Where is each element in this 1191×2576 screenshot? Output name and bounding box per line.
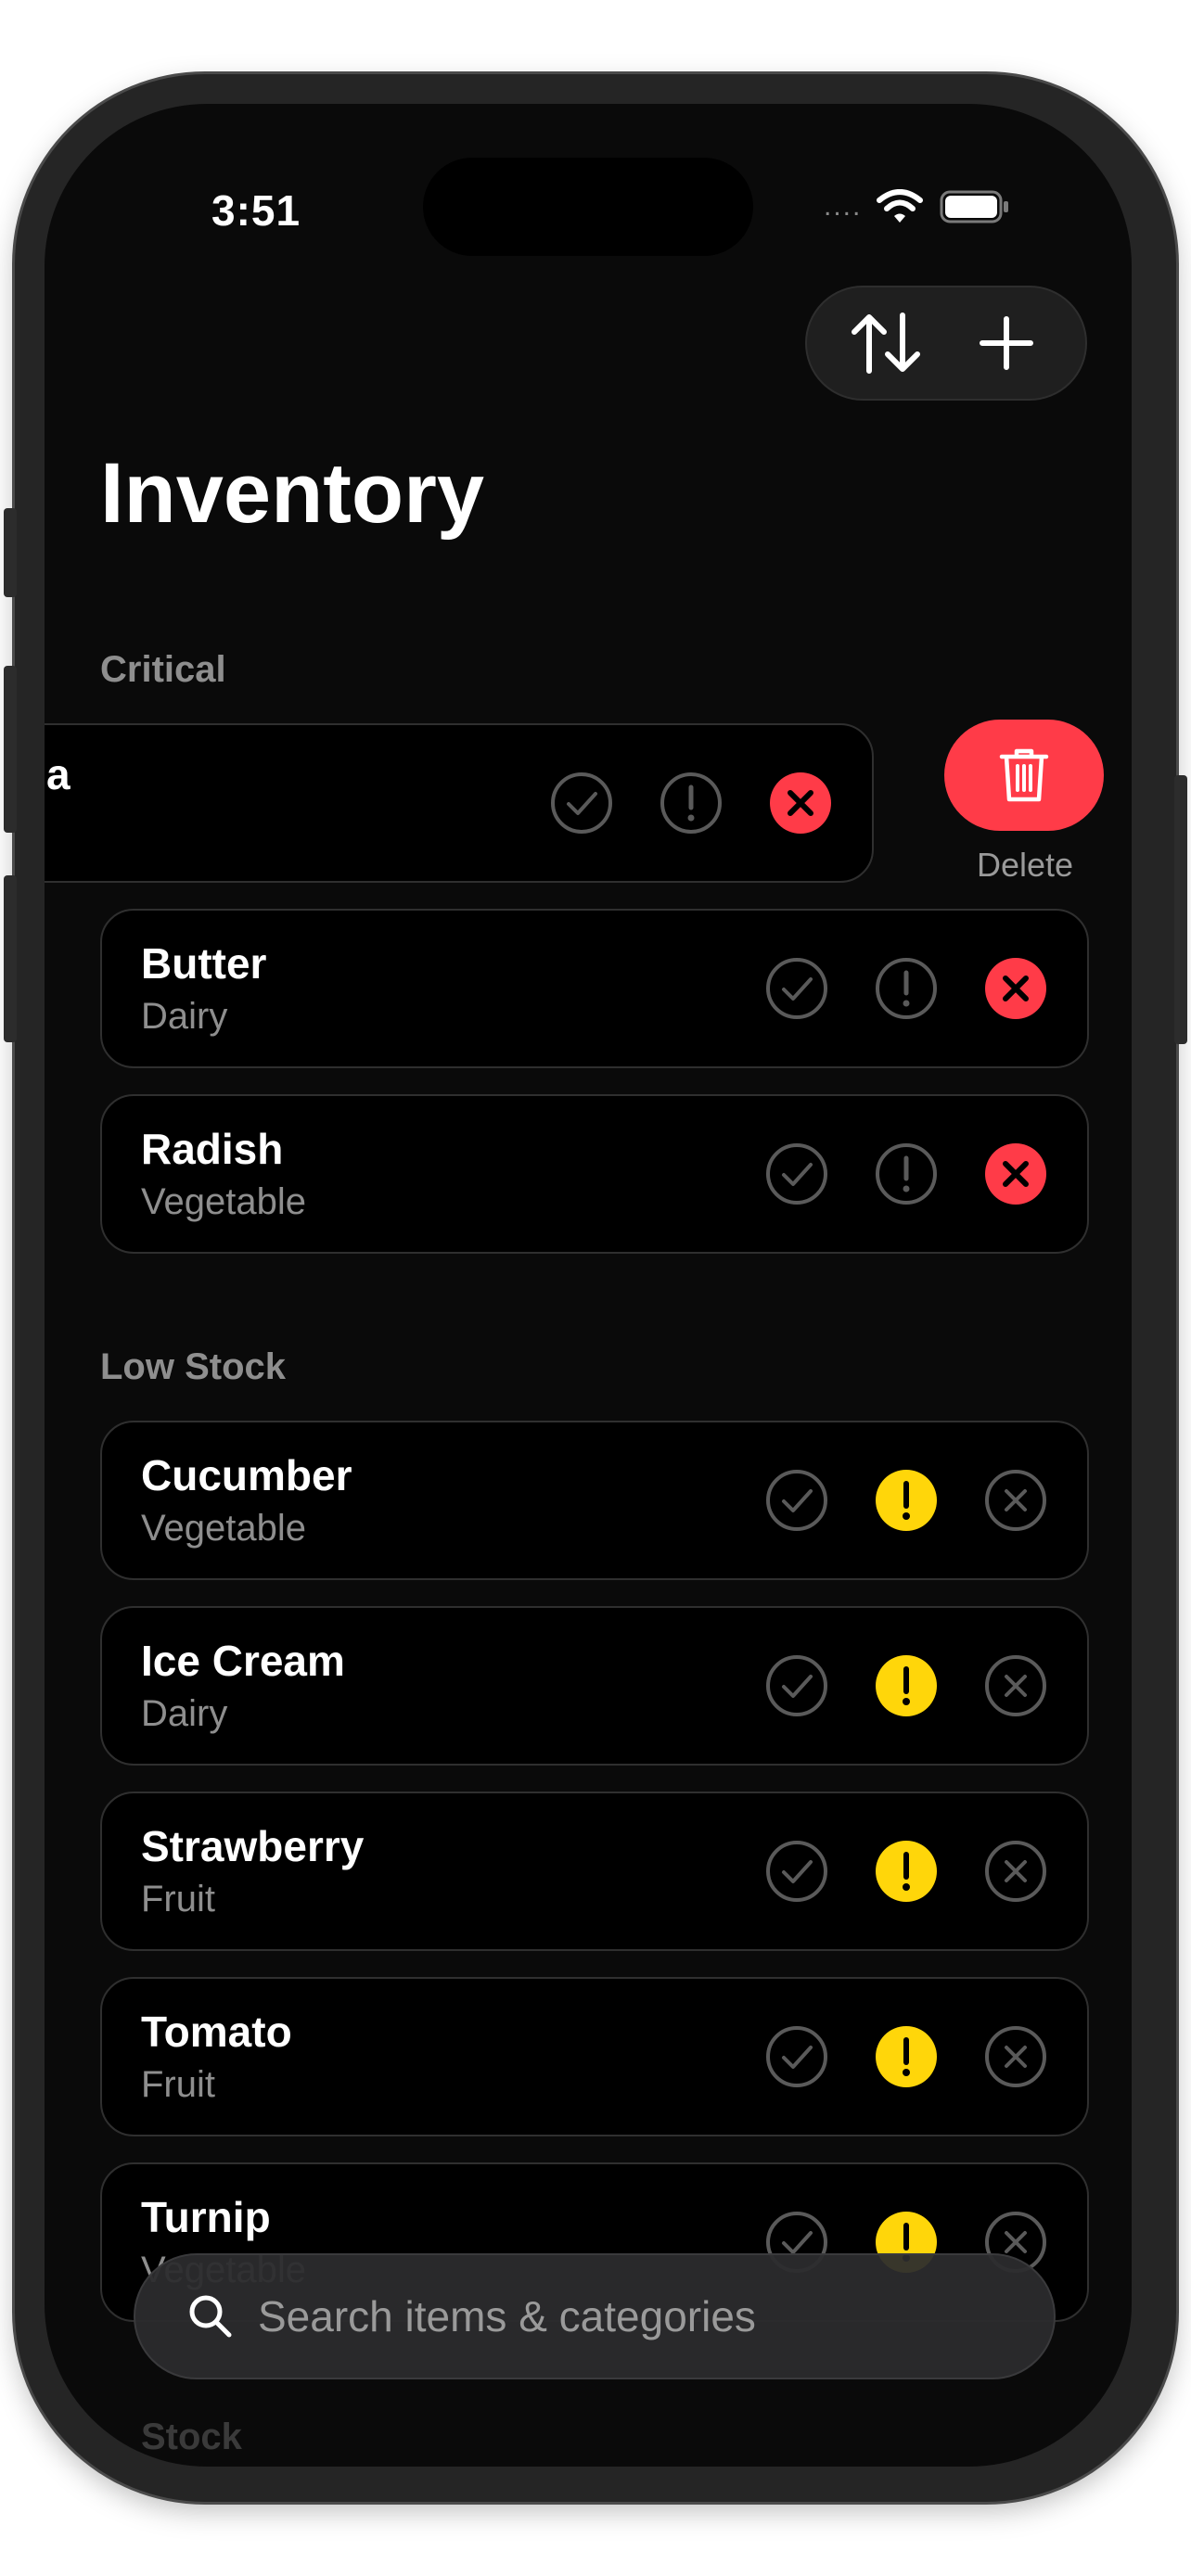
in-stock-icon[interactable]	[764, 956, 829, 1021]
toolbar	[805, 286, 1087, 401]
delete-label: Delete	[976, 846, 1074, 884]
item-category: Fruit	[141, 2064, 215, 2105]
in-stock-icon[interactable]	[764, 1653, 829, 1718]
status-icons: ....	[824, 189, 1010, 224]
list-item-strawberry[interactable]: Strawberry Fruit	[100, 1792, 1089, 1951]
item-name: Cucumber	[141, 1451, 352, 1499]
add-item-button[interactable]	[955, 292, 1057, 394]
section-header-in-stock: Stock	[141, 2417, 242, 2457]
item-name-fragment: a	[46, 750, 70, 798]
delete-button[interactable]	[944, 720, 1104, 831]
in-stock-icon[interactable]	[764, 1839, 829, 1904]
low-stock-icon[interactable]	[659, 771, 724, 835]
action-button	[4, 508, 17, 597]
status-controls	[549, 771, 833, 835]
plus-icon	[980, 316, 1033, 370]
search-icon	[189, 2295, 232, 2338]
low-stock-icon[interactable]	[874, 1468, 939, 1533]
item-name: Turnip	[141, 2193, 271, 2241]
item-name: Butter	[141, 939, 267, 988]
dynamic-island	[423, 158, 753, 256]
section-header-critical: Critical	[100, 649, 226, 690]
status-controls	[764, 1468, 1048, 1533]
in-stock-icon[interactable]	[764, 1468, 829, 1533]
list-item-tomato[interactable]: Tomato Fruit	[100, 1977, 1089, 2136]
in-stock-icon[interactable]	[764, 2024, 829, 2089]
critical-icon[interactable]	[983, 956, 1048, 1021]
power-button	[1174, 775, 1187, 1044]
sort-arrows-icon	[852, 312, 920, 374]
trash-icon	[999, 748, 1049, 802]
critical-icon[interactable]	[983, 2024, 1048, 2089]
low-stock-icon[interactable]	[874, 1141, 939, 1206]
search-input[interactable]: Search items & categories	[258, 2291, 756, 2341]
item-category: Dairy	[141, 996, 228, 1037]
list-item-radish[interactable]: Radish Vegetable	[100, 1094, 1089, 1254]
critical-icon[interactable]	[768, 771, 833, 835]
low-stock-icon[interactable]	[874, 2024, 939, 2089]
volume-up-button	[4, 666, 17, 833]
status-controls	[764, 1653, 1048, 1718]
item-category: Vegetable	[141, 1181, 306, 1222]
critical-icon[interactable]	[983, 1839, 1048, 1904]
volume-down-button	[4, 875, 17, 1042]
item-name: Tomato	[141, 2008, 292, 2056]
low-stock-icon[interactable]	[874, 956, 939, 1021]
critical-icon[interactable]	[983, 1468, 1048, 1533]
critical-icon[interactable]	[983, 1653, 1048, 1718]
critical-icon[interactable]	[983, 1141, 1048, 1206]
list-item-cucumber[interactable]: Cucumber Vegetable	[100, 1421, 1089, 1580]
signal-icon: ....	[824, 191, 863, 222]
status-controls	[764, 956, 1048, 1021]
item-name: Ice Cream	[141, 1637, 345, 1685]
list-item-swiped[interactable]: a	[45, 723, 874, 883]
in-stock-icon[interactable]	[764, 1141, 829, 1206]
item-name: Strawberry	[141, 1822, 365, 1870]
in-stock-icon[interactable]	[549, 771, 614, 835]
item-category: Vegetable	[141, 1508, 306, 1549]
sort-button[interactable]	[835, 292, 937, 394]
battery-icon	[940, 190, 1009, 223]
search-bar[interactable]: Search items & categories	[134, 2253, 1056, 2379]
list-item-butter[interactable]: Butter Dairy	[100, 909, 1089, 1068]
item-category: Dairy	[141, 1693, 228, 1734]
low-stock-icon[interactable]	[874, 1839, 939, 1904]
status-controls	[764, 1839, 1048, 1904]
screen: 3:51 .... Inventory Critical a Delete Bu…	[45, 104, 1132, 2467]
status-controls	[764, 2024, 1048, 2089]
item-category: Fruit	[141, 1879, 215, 1919]
page-title: Inventory	[100, 446, 485, 541]
list-item-ice-cream[interactable]: Ice Cream Dairy	[100, 1606, 1089, 1766]
status-controls	[764, 1141, 1048, 1206]
low-stock-icon[interactable]	[874, 1653, 939, 1718]
section-header-low-stock: Low Stock	[100, 1346, 287, 1387]
wifi-icon	[877, 189, 924, 223]
item-name: Radish	[141, 1125, 284, 1173]
status-time: 3:51	[211, 186, 301, 235]
